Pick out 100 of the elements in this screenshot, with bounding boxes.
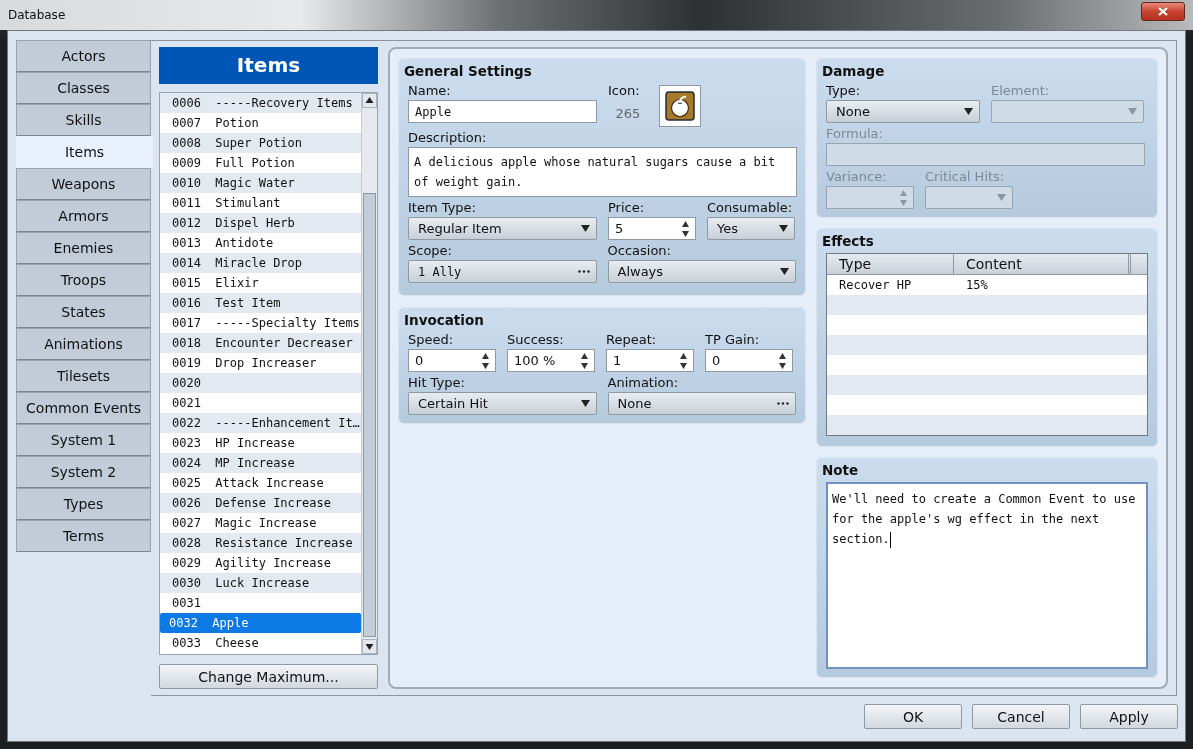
spinner-arrows-icon bbox=[779, 352, 786, 369]
spinner-arrows-icon bbox=[682, 220, 689, 237]
group-title: General Settings bbox=[404, 63, 533, 79]
list-item[interactable]: 0020 bbox=[160, 372, 361, 393]
list-item[interactable]: 0026 Defense Increase bbox=[160, 492, 361, 513]
dialog-button[interactable]: Cancel bbox=[972, 704, 1070, 729]
field-label: Variance: bbox=[826, 169, 888, 184]
list-item[interactable]: 0006 -----Recovery Items bbox=[160, 92, 361, 113]
column-header[interactable]: Type bbox=[827, 254, 954, 274]
field-label: Animation: bbox=[607, 375, 680, 390]
list-item[interactable]: 0008 Super Potion bbox=[160, 132, 361, 153]
name-field[interactable]: Apple bbox=[408, 100, 597, 123]
list-item[interactable]: 0030 Luck Increase bbox=[160, 572, 361, 593]
category-tab[interactable]: Items bbox=[16, 136, 153, 168]
field-label: Element: bbox=[991, 83, 1051, 98]
dropdown-arrow-icon bbox=[1128, 108, 1137, 115]
group-title: Invocation bbox=[404, 312, 485, 328]
number-spinner[interactable]: 5 bbox=[608, 217, 696, 240]
close-button[interactable] bbox=[1141, 1, 1185, 21]
field-label: Description: bbox=[408, 130, 488, 145]
icon-button[interactable] bbox=[659, 85, 701, 127]
category-tab[interactable]: Troops bbox=[16, 264, 151, 296]
group-title: Note bbox=[822, 462, 860, 478]
field-label: Scope: bbox=[408, 243, 453, 258]
list-item[interactable]: 0012 Dispel Herb bbox=[160, 212, 361, 233]
field-label: Item Type: bbox=[408, 200, 477, 215]
group-title: Damage bbox=[822, 63, 886, 79]
ellipsis-icon bbox=[777, 402, 789, 405]
dropdown-arrow-icon bbox=[779, 225, 788, 232]
table-cell-text: Recover HP bbox=[838, 277, 913, 294]
dropdown[interactable]: Regular Item bbox=[408, 217, 597, 240]
picker-field[interactable]: 1 Ally bbox=[408, 260, 597, 283]
category-tab[interactable]: Common Events bbox=[16, 392, 151, 424]
list-title: Items bbox=[159, 47, 378, 84]
category-tab[interactable]: Actors bbox=[16, 40, 151, 72]
field-label: TP Gain: bbox=[705, 332, 761, 347]
note-field[interactable]: We'll need to create a Common Event to use for the apple's wg effect in the next section. bbox=[826, 482, 1148, 669]
dropdown-arrow-icon bbox=[997, 194, 1006, 201]
field-label: Hit Type: bbox=[408, 375, 466, 390]
category-tab[interactable]: System 2 bbox=[16, 456, 151, 488]
category-tab[interactable]: Armors bbox=[16, 200, 151, 232]
category-tab[interactable]: Weapons bbox=[16, 168, 151, 200]
apple-icon bbox=[665, 91, 695, 121]
group-title: Effects bbox=[822, 233, 875, 249]
dropdown[interactable]: None bbox=[826, 100, 980, 123]
field-label: Icon: bbox=[608, 83, 641, 98]
spinner-arrows-icon bbox=[482, 352, 489, 369]
dropdown-arrow-icon bbox=[580, 400, 590, 407]
scrollbar-thumb[interactable] bbox=[363, 192, 376, 638]
category-tab[interactable]: Tilesets bbox=[16, 360, 151, 392]
dropdown[interactable]: Certain Hit bbox=[408, 392, 597, 415]
dialog-button[interactable]: OK bbox=[864, 704, 962, 729]
list-item[interactable]: 0032 Apple bbox=[160, 612, 361, 633]
dropdown[interactable]: Always bbox=[607, 260, 796, 283]
category-tab[interactable]: Enemies bbox=[16, 232, 151, 264]
column-header[interactable]: Content bbox=[954, 254, 1129, 274]
icon-index: 265 bbox=[614, 106, 642, 121]
category-tab[interactable]: Animations bbox=[16, 328, 151, 360]
dropdown-arrow-icon bbox=[780, 268, 789, 275]
number-spinner[interactable]: 100 % bbox=[507, 349, 595, 372]
description-field[interactable]: A delicious apple whose natural sugars cause a bit of weight gain. bbox=[408, 147, 797, 197]
field-label: Price: bbox=[608, 200, 646, 215]
picker-field[interactable]: None bbox=[607, 392, 796, 415]
scroll-down-icon[interactable] bbox=[362, 639, 377, 655]
number-spinner[interactable]: 0 bbox=[705, 349, 793, 372]
number-spinner[interactable]: 0 bbox=[408, 349, 496, 372]
scrollbar[interactable] bbox=[361, 92, 377, 655]
list-item[interactable]: 0024 MP Increase bbox=[160, 452, 361, 473]
window-title: Database bbox=[8, 8, 66, 22]
dropdown-arrow-icon bbox=[581, 225, 590, 232]
ellipsis-icon bbox=[577, 270, 590, 273]
list-item[interactable]: 0022 -----Enhancement It… bbox=[160, 412, 361, 433]
number-spinner[interactable]: 1 bbox=[606, 349, 694, 372]
category-tab[interactable]: Skills bbox=[16, 104, 151, 136]
field-label: Speed: bbox=[408, 332, 455, 347]
change-maximum-button[interactable]: Change Maximum... bbox=[159, 664, 378, 689]
field-label: Formula: bbox=[826, 126, 884, 141]
close-icon bbox=[1158, 6, 1168, 16]
scroll-up-icon[interactable] bbox=[362, 92, 377, 108]
category-tab[interactable]: Terms bbox=[16, 520, 151, 552]
category-tab[interactable]: System 1 bbox=[16, 424, 151, 456]
category-tab[interactable]: Classes bbox=[16, 72, 151, 104]
spinner-arrows-icon bbox=[900, 189, 907, 206]
list-item[interactable]: 0028 Resistance Increase bbox=[160, 532, 361, 553]
category-tab[interactable]: Types bbox=[16, 488, 151, 520]
field-label: Name: bbox=[408, 83, 452, 98]
list-item[interactable]: 0010 Magic Water bbox=[160, 172, 361, 193]
list-item[interactable]: 0014 Miracle Drop bbox=[160, 252, 361, 273]
field-label: Repeat: bbox=[606, 332, 658, 347]
spinner-arrows-icon bbox=[680, 352, 687, 369]
list-item[interactable]: 0018 Encounter Decreaser bbox=[160, 332, 361, 353]
field-label: Consumable: bbox=[707, 200, 794, 215]
dropdown[interactable]: Yes bbox=[707, 217, 795, 240]
dialog-button[interactable]: Apply bbox=[1080, 704, 1178, 729]
field-label: Success: bbox=[507, 332, 565, 347]
list-item[interactable]: 0016 Test Item bbox=[160, 292, 361, 313]
table-cell-text: 15% bbox=[965, 277, 989, 294]
field-label: Critical Hits: bbox=[925, 169, 1006, 184]
field-label: Occasion: bbox=[607, 243, 672, 258]
category-tab[interactable]: States bbox=[16, 296, 151, 328]
